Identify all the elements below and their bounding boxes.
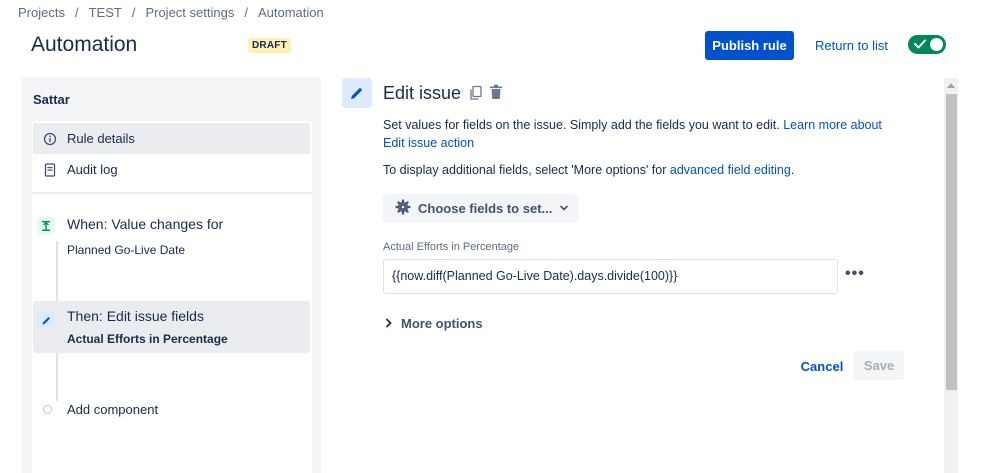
action-title: Then: Edit issue fields [67,308,204,324]
sidebar-item-label: Audit log [67,162,118,177]
breadcrumb-separator: / [244,5,248,20]
hint-text: To display additional fields, select 'Mo… [383,163,667,177]
copy-icon[interactable] [469,85,483,106]
sidebar-divider [32,192,312,194]
add-component-label: Add component [67,402,159,417]
chevron-right-icon [385,316,393,331]
timeline-line [56,353,58,401]
chevron-down-icon [559,201,569,216]
breadcrumb-project-settings[interactable]: Project settings [145,5,234,20]
check-icon [914,39,926,49]
choose-fields-label: Choose fields to set... [418,201,553,216]
toggle-knob [930,38,943,51]
cancel-button[interactable]: Cancel [796,352,848,380]
editor-hint: To display additional fields, select 'Mo… [383,163,794,177]
breadcrumb-automation[interactable]: Automation [258,5,324,20]
field-label: Actual Efforts in Percentage [383,241,520,253]
more-actions-icon[interactable]: ••• [845,265,865,283]
draft-badge: DRAFT [248,38,291,53]
rule-components-list: Rule details Audit log When: Value chang… [32,121,312,473]
action-component[interactable]: Then: Edit issue fields Actual Efforts i… [33,301,310,353]
scrollbar-thumb[interactable] [946,94,957,390]
scroll-up-arrow[interactable] [947,83,955,88]
editor-title: Edit issue [383,83,462,103]
choose-fields-button[interactable]: Choose fields to set... [383,194,578,223]
rule-name: Sattar [33,92,70,107]
more-options-label: More options [401,316,483,331]
rule-sidebar: Sattar Rule details Audit log When: Valu… [22,77,321,473]
actual-efforts-field[interactable]: {{now.diff(Planned Go-Live Date).days.di… [383,259,838,294]
return-to-list-link[interactable]: Return to list [815,38,888,53]
action-subtitle: Actual Efforts in Percentage [67,332,228,346]
breadcrumb: Projects / TEST / Project settings / Aut… [18,5,324,20]
breadcrumb-separator: / [131,5,136,20]
trash-icon[interactable] [489,84,503,105]
sidebar-item-label: Rule details [67,131,135,146]
document-icon [33,162,67,177]
advanced-field-editing-link[interactable]: advanced field editing [670,163,791,177]
pencil-icon [37,311,55,329]
description-text: Set values for fields on the issue. Simp… [383,118,780,132]
trigger-icon [37,217,55,235]
info-icon [33,132,67,146]
gear-icon [395,199,411,218]
save-button[interactable]: Save [854,351,904,380]
pencil-icon [342,78,372,108]
breadcrumb-separator: / [74,5,79,20]
publish-rule-button[interactable]: Publish rule [705,31,794,60]
timeline-line [56,241,58,301]
page-title: Automation [31,33,138,56]
breadcrumb-test[interactable]: TEST [89,5,122,20]
more-options-toggle[interactable]: More options [385,316,483,331]
rule-enabled-toggle[interactable] [908,35,946,54]
sidebar-item-audit-log[interactable]: Audit log [33,154,310,185]
trigger-subtitle: Planned Go-Live Date [67,243,186,257]
sidebar-item-rule-details[interactable]: Rule details [33,123,310,154]
breadcrumb-projects[interactable]: Projects [18,5,65,20]
trigger-title: When: Value changes for [67,216,224,232]
add-component-dot [43,405,52,414]
add-component-button[interactable]: Add component [33,397,310,421]
hint-end: . [790,163,795,177]
editor-description: Set values for fields on the issue. Simp… [383,116,903,152]
